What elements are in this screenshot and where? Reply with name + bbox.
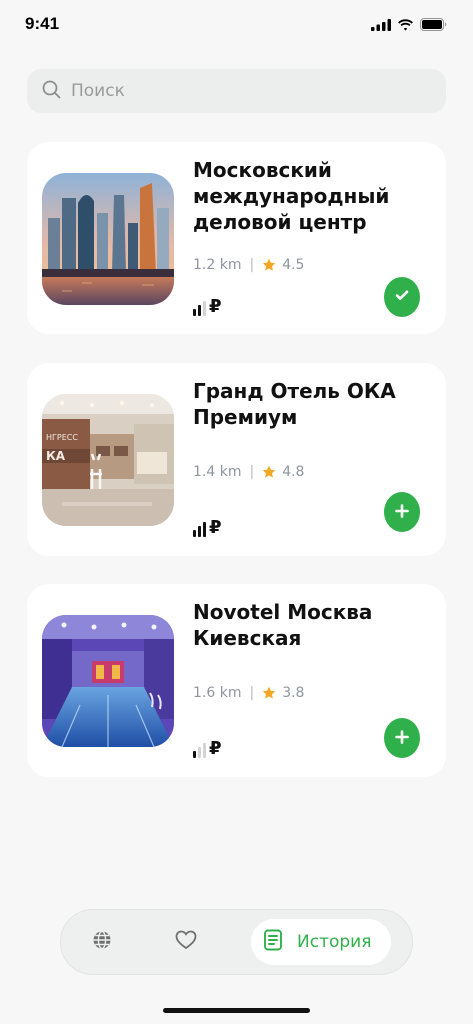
star-icon — [262, 258, 276, 272]
tab-explore[interactable] — [85, 910, 119, 974]
status-time: 9:41 — [25, 14, 60, 33]
hotel-title: Гранд Отель ОКА Премиум — [193, 379, 396, 429]
price-level: ₽ — [193, 519, 222, 537]
wifi-icon — [397, 16, 414, 35]
price-level: ₽ — [193, 740, 222, 758]
globe-icon — [92, 930, 112, 954]
hotel-distance: 1.4 km — [193, 464, 242, 480]
price-symbol: ₽ — [209, 296, 222, 317]
search-input[interactable] — [71, 81, 411, 101]
heart-icon — [175, 930, 197, 954]
hotel-distance: 1.6 km — [193, 685, 242, 701]
hotel-title: Московский международный деловой центр — [193, 158, 390, 234]
price-bars-icon — [193, 301, 206, 316]
price-symbol: ₽ — [209, 517, 222, 538]
hotel-meta: 1.4 km | 4.8 — [193, 464, 304, 480]
star-icon — [262, 465, 276, 479]
meta-separator: | — [249, 464, 255, 480]
hotel-rating: 3.8 — [282, 685, 305, 701]
book-icon — [263, 929, 283, 955]
add-button[interactable] — [384, 492, 420, 532]
tab-favorites[interactable] — [169, 910, 203, 974]
hotel-distance: 1.2 km — [193, 257, 242, 273]
added-button[interactable] — [384, 277, 420, 317]
price-symbol: ₽ — [209, 738, 222, 759]
hotel-title: Novotel Москва Киевская — [193, 600, 373, 650]
svg-text:КА: КА — [46, 449, 66, 463]
hotel-image — [42, 173, 174, 305]
add-button[interactable] — [384, 718, 420, 758]
search-icon — [42, 80, 61, 103]
plus-icon — [395, 503, 409, 522]
tab-history[interactable]: История — [251, 919, 391, 965]
plus-icon — [395, 729, 409, 748]
svg-text:НГРЕСС: НГРЕСС — [46, 433, 78, 442]
search-bar[interactable] — [27, 69, 446, 113]
meta-separator: | — [249, 685, 255, 701]
star-icon — [262, 686, 276, 700]
home-indicator[interactable] — [163, 1008, 310, 1013]
hotel-meta: 1.2 km | 4.5 — [193, 257, 304, 273]
status-icons — [371, 16, 447, 35]
price-bars-icon — [193, 522, 206, 537]
hotel-card[interactable]: Московский международный деловой центр 1… — [27, 142, 446, 334]
hotel-meta: 1.6 km | 3.8 — [193, 685, 304, 701]
check-icon — [394, 287, 410, 307]
tab-history-label: История — [297, 932, 372, 952]
price-bars-icon — [193, 743, 206, 758]
battery-icon — [420, 16, 447, 35]
hotel-card[interactable]: НГРЕСС КА Гранд Отель ОКА Премиум 1.4 km… — [27, 363, 446, 556]
hotel-card[interactable]: Novotel Москва Киевская 1.6 km | 3.8 ₽ — [27, 584, 446, 777]
tab-bar: История — [60, 909, 413, 975]
hotel-rating: 4.8 — [282, 464, 305, 480]
cellular-signal-icon — [371, 16, 391, 35]
status-bar: 9:41 — [0, 0, 473, 48]
hotel-image — [42, 615, 174, 747]
meta-separator: | — [249, 257, 255, 273]
hotel-rating: 4.5 — [282, 257, 305, 273]
hotel-image: НГРЕСС КА — [42, 394, 174, 526]
price-level: ₽ — [193, 298, 222, 316]
